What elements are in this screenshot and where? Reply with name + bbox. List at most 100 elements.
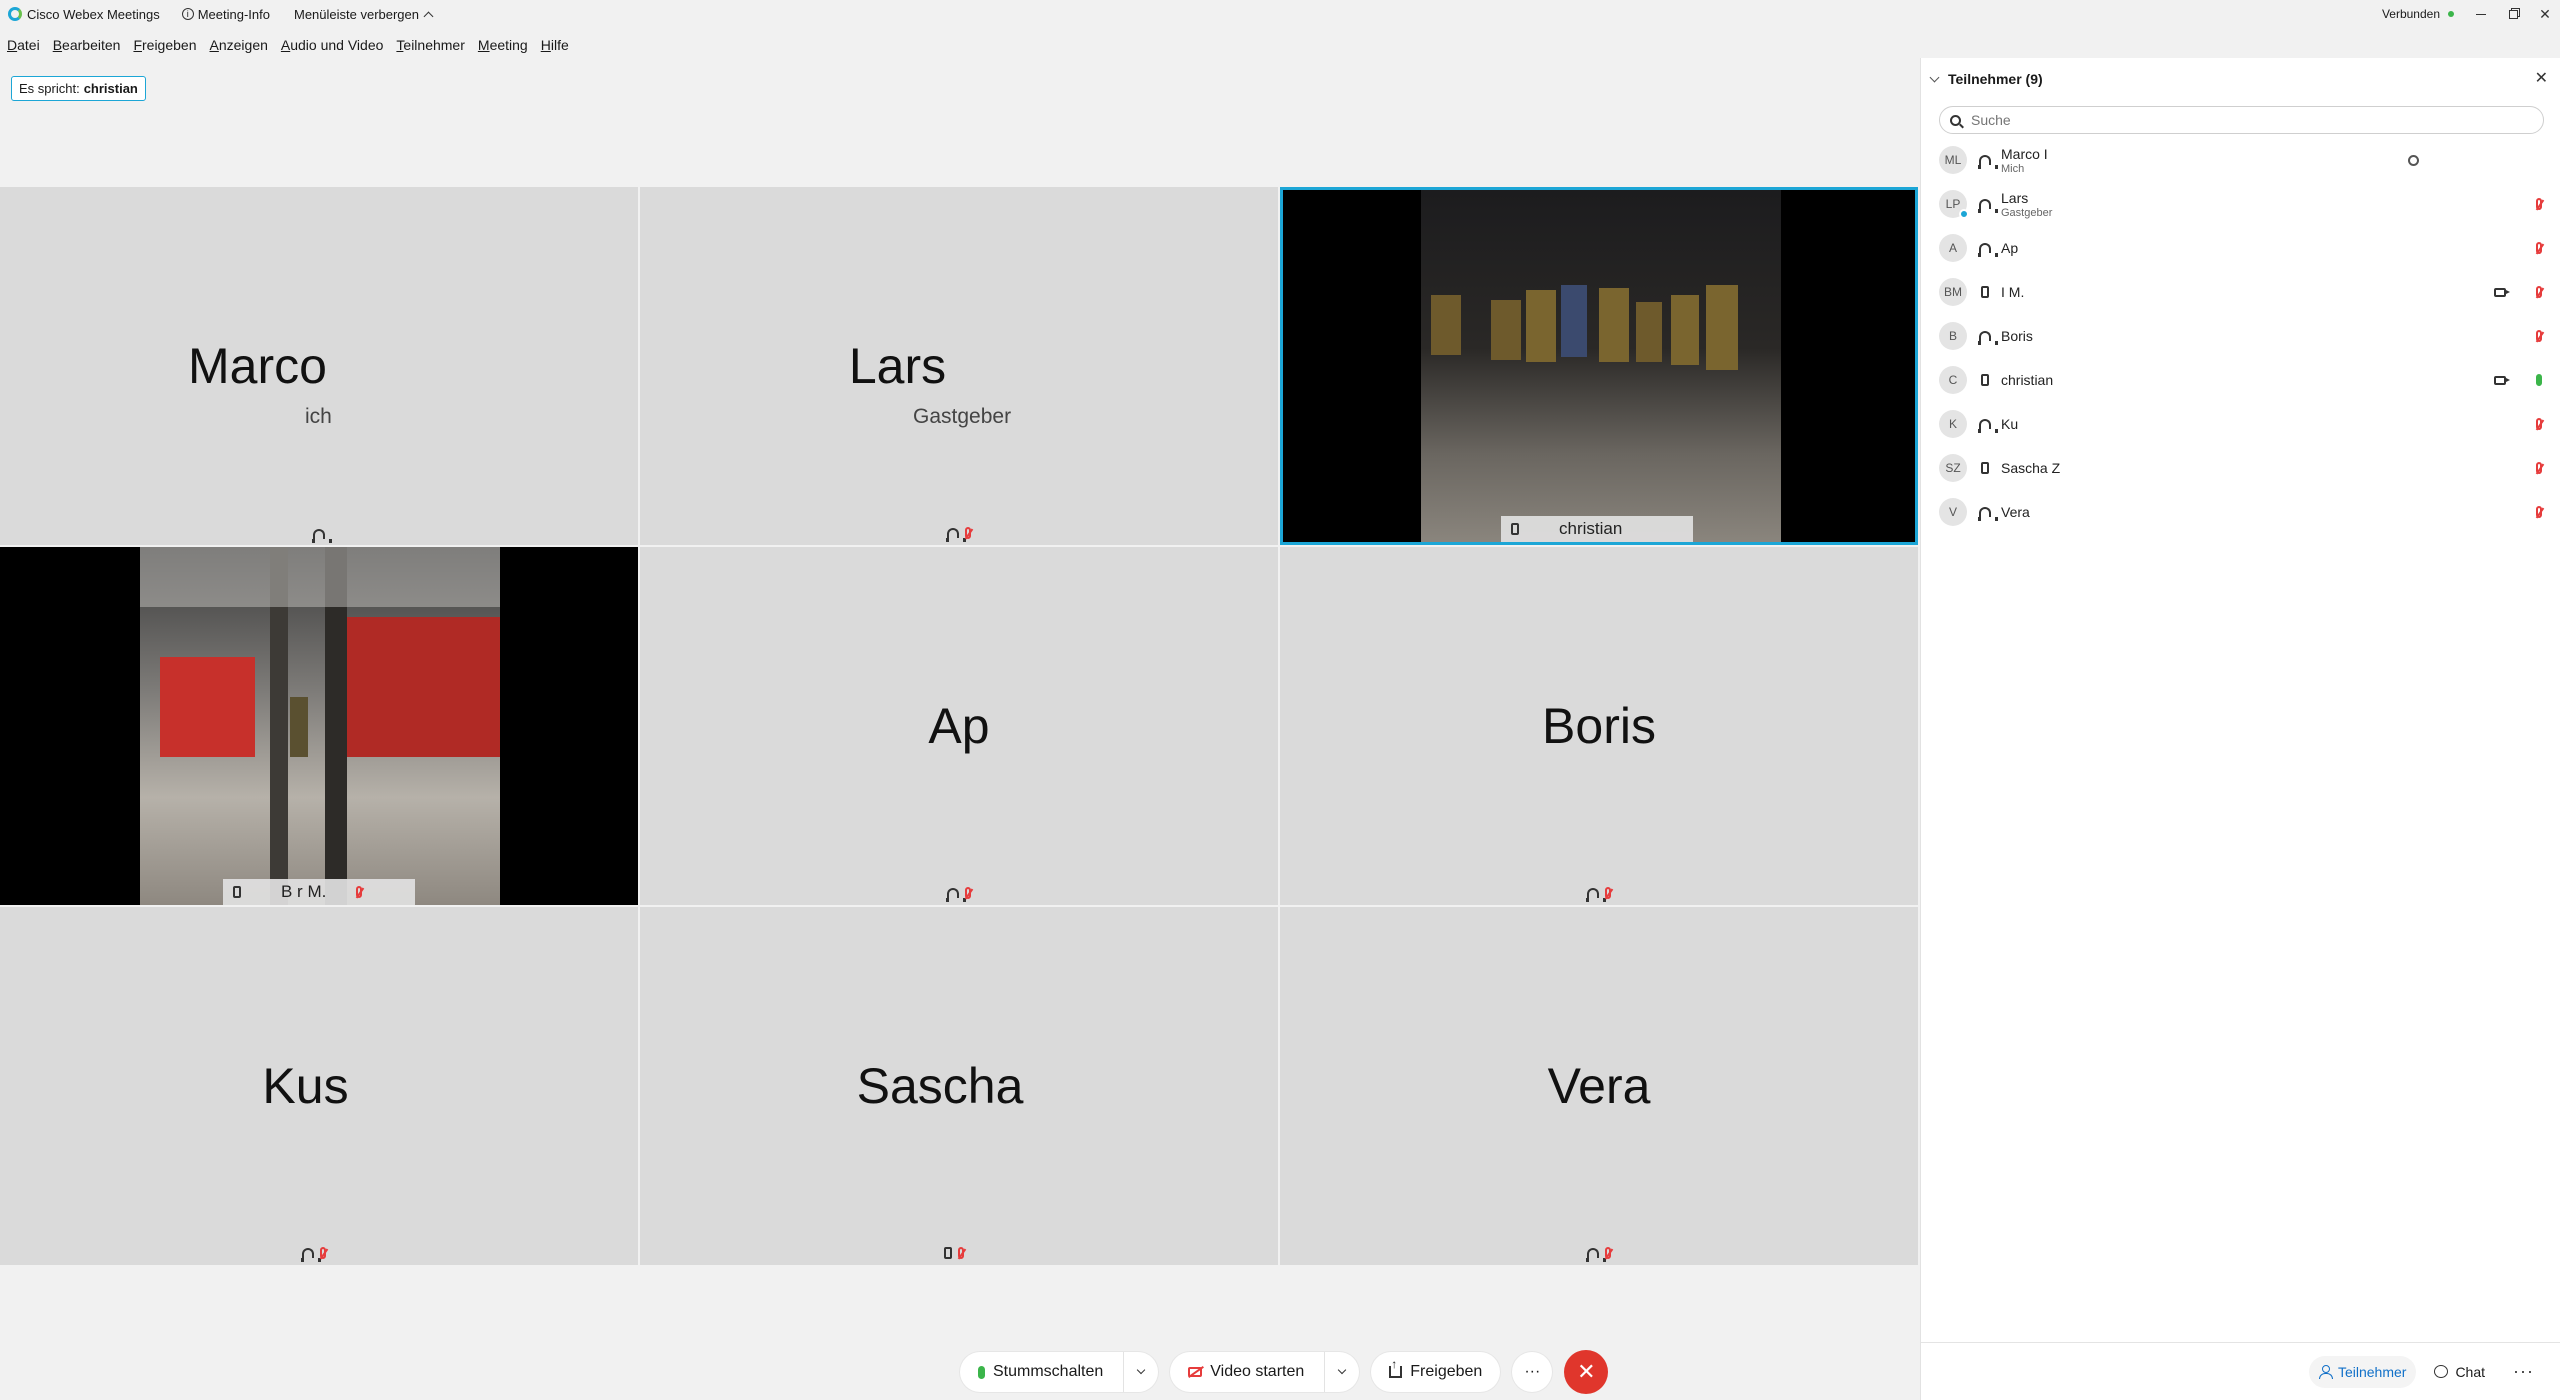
host-badge-icon [1959,209,1969,219]
share-button[interactable]: Freigeben [1371,1352,1501,1392]
menu-anzeigen[interactable]: Anzeigen [210,37,268,53]
avatar: LP [1939,190,1969,219]
participants-panel-header[interactable]: Teilnehmer (9) [1921,58,2560,100]
headset-icon [946,888,966,902]
avatar: ML [1939,146,1967,174]
connection-status: Verbunden [2382,7,2454,21]
participant-row[interactable]: C christian [1921,358,2560,402]
participants-tab-button[interactable]: Teilnehmer [2308,1355,2417,1388]
participant-row[interactable]: SZ Sascha Z [1921,446,2560,490]
participant-row[interactable]: A Ap [1921,226,2560,270]
search-icon [1950,114,1961,126]
tile-bm-video[interactable]: B r M. [0,547,638,905]
headset-icon [946,528,966,542]
phone-icon [944,1247,952,1259]
leave-meeting-button[interactable]: ✕ [1564,1350,1609,1394]
info-icon: i [181,8,194,20]
headset-icon [1978,507,1998,521]
camera-icon [2494,375,2510,385]
share-icon [1389,1357,1403,1378]
search-input[interactable] [1971,112,2531,128]
meeting-info-button[interactable]: i Meeting-Info [181,7,270,22]
menu-freigeben[interactable]: Freigeben [133,37,196,53]
phone-icon [1981,286,1989,298]
panel-bottom-bar: Teilnehmer Chat ··· [1921,1342,2560,1400]
muted-mic-icon[interactable] [2536,418,2542,430]
muted-mic-icon[interactable] [2536,286,2542,298]
participant-row[interactable]: K Ku [1921,402,2560,446]
more-panels-button[interactable]: ··· [2503,1356,2544,1388]
avatar: SZ [1939,454,1967,482]
tile-christian-video[interactable]: christian [1280,187,1918,545]
phone-icon [1511,523,1519,535]
restore-button[interactable] [2498,0,2528,28]
tile-marco[interactable]: Marco ich [0,187,638,545]
muted-mic-icon[interactable] [2536,330,2542,342]
close-panel-button[interactable]: ✕ [2535,68,2548,88]
participant-list: ML Marco I Mich LP Lars Gastgeber A Ap BM … [1921,138,2560,534]
tile-lars[interactable]: Lars Gastgeber [640,187,1278,545]
video-options-chevron-icon[interactable] [1338,1365,1347,1375]
video-off-icon [1188,1367,1203,1377]
camera-icon [2494,287,2510,297]
tile-sascha[interactable]: Sascha [640,907,1278,1265]
webex-logo-icon [8,7,22,21]
headset-icon [1978,199,1998,213]
mute-button[interactable]: Stummschalten [960,1352,1159,1392]
headset-icon [1586,888,1606,902]
audio-options-chevron-icon[interactable] [1137,1365,1146,1375]
video-feed-fire-station [140,547,500,905]
muted-mic-icon[interactable] [2536,462,2542,474]
menu-bar: Datei Bearbeiten Freigeben Anzeigen Audi… [0,34,575,56]
participant-row[interactable]: LP Lars Gastgeber [1921,182,2560,226]
more-icon: ··· [1524,1363,1541,1380]
menu-meeting[interactable]: Meeting [478,37,528,53]
tile-kus[interactable]: Kus [0,907,638,1265]
headset-icon [1978,155,1998,169]
close-window-button[interactable]: ✕ [2530,0,2560,28]
phone-icon [1981,462,1989,474]
title-bar: Cisco Webex Meetings i Meeting-Info Menü… [0,0,2560,28]
muted-mic-icon[interactable] [2536,198,2542,210]
avatar: V [1939,498,1967,526]
more-options-button[interactable]: ··· [1512,1352,1553,1392]
start-video-button[interactable]: Video starten [1170,1352,1360,1392]
headset-icon [312,529,332,543]
video-feed-firefighters [1421,190,1781,542]
participant-search[interactable] [1939,106,2544,134]
menu-audio-video[interactable]: Audio und Video [281,37,384,53]
participant-row[interactable]: ML Marco I Mich [1921,138,2560,182]
fire-station-scene [140,547,500,905]
hide-menu-button[interactable]: Menüleiste verbergen [294,7,434,22]
participant-row[interactable]: V Vera [1921,490,2560,534]
tile-boris[interactable]: Boris [1280,547,1918,905]
mic-active-icon[interactable] [2536,374,2542,386]
menu-datei[interactable]: Datei [7,37,40,53]
headset-icon [1978,243,1998,257]
muted-mic-icon[interactable] [2536,242,2542,254]
chevron-down-icon [1929,72,1940,82]
firefighters-scene [1431,285,1738,370]
more-icon: ··· [2513,1361,2534,1381]
app-title: Cisco Webex Meetings [8,7,160,22]
restore-icon [2508,9,2518,19]
meeting-controls: Stummschalten Video starten Freigeben ··… [960,1350,1609,1394]
avatar: C [1939,366,1967,394]
participant-row[interactable]: B Boris [1921,314,2560,358]
headset-icon [301,1248,321,1262]
muted-mic-icon [958,1247,964,1259]
tile-ap[interactable]: Ap [640,547,1278,905]
connected-dot-icon [2448,11,2454,17]
minimize-button[interactable] [2466,0,2496,28]
microphone-icon [978,1365,985,1379]
participant-row[interactable]: BM I M. [1921,270,2560,314]
tile-vera[interactable]: Vera [1280,907,1918,1265]
chat-tab-button[interactable]: Chat [2424,1356,2495,1388]
menu-teilnehmer[interactable]: Teilnehmer [396,37,464,53]
video-grid: Marco ich Lars Gastgeber christian B r M… [0,187,1918,1267]
muted-mic-icon[interactable] [2536,506,2542,518]
menu-hilfe[interactable]: Hilfe [541,37,569,53]
participants-panel: Teilnehmer (9) ✕ ML Marco IMich LP LarsG… [1920,58,2560,1400]
close-icon: ✕ [2539,5,2551,22]
menu-bearbeiten[interactable]: Bearbeiten [53,37,121,53]
